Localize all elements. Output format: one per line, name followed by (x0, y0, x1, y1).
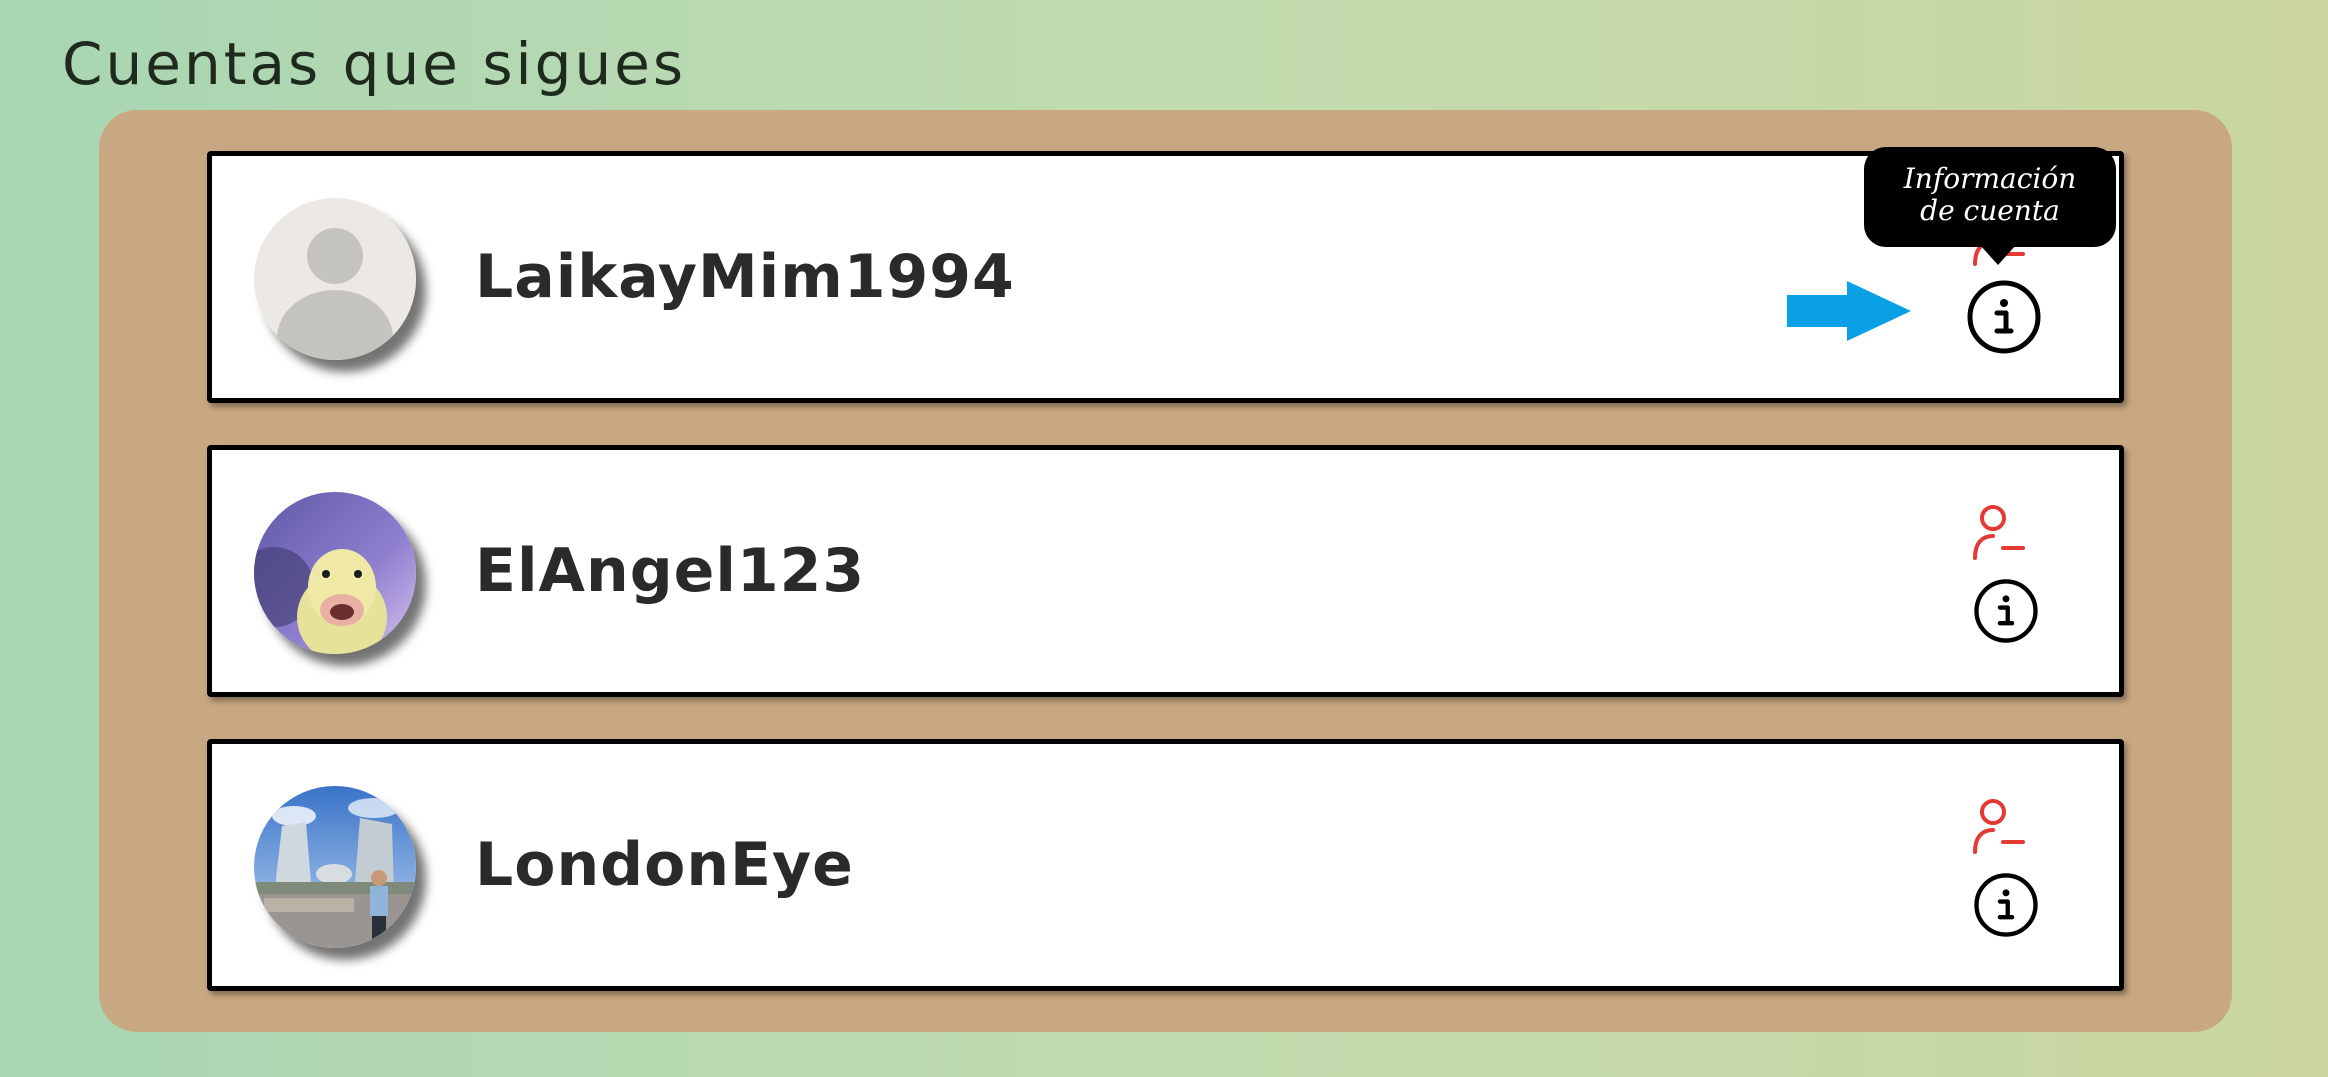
city-avatar-icon (254, 786, 416, 948)
account-card: ElAngel123 (207, 445, 2124, 697)
avatar[interactable] (254, 198, 416, 360)
page-title: Cuentas que sigues (62, 30, 687, 98)
default-avatar-icon (254, 198, 416, 360)
account-info-tooltip: Información de cuenta (1864, 147, 2116, 265)
user-minus-icon[interactable] (1969, 502, 2029, 562)
info-icon[interactable] (1966, 279, 2042, 355)
duck-avatar-icon (254, 492, 416, 654)
arrow-right-icon (1787, 281, 1911, 341)
info-icon[interactable] (1973, 578, 2039, 644)
tooltip-line-2: de cuenta (1920, 194, 2060, 227)
account-username[interactable]: ElAngel123 (475, 450, 865, 692)
account-card: LaikayMim1994 Información de cuenta (207, 147, 2124, 403)
account-username[interactable]: LondonEye (475, 744, 854, 986)
followed-accounts-panel: LaikayMim1994 Información de cuenta ElAn… (99, 110, 2232, 1032)
tooltip-line-1: Información (1903, 162, 2077, 195)
avatar[interactable] (254, 786, 416, 948)
account-username[interactable]: LaikayMim1994 (475, 156, 1015, 398)
user-minus-icon[interactable] (1969, 796, 2029, 856)
avatar[interactable] (254, 492, 416, 654)
info-icon[interactable] (1973, 872, 2039, 938)
account-card: LondonEye (207, 739, 2124, 991)
